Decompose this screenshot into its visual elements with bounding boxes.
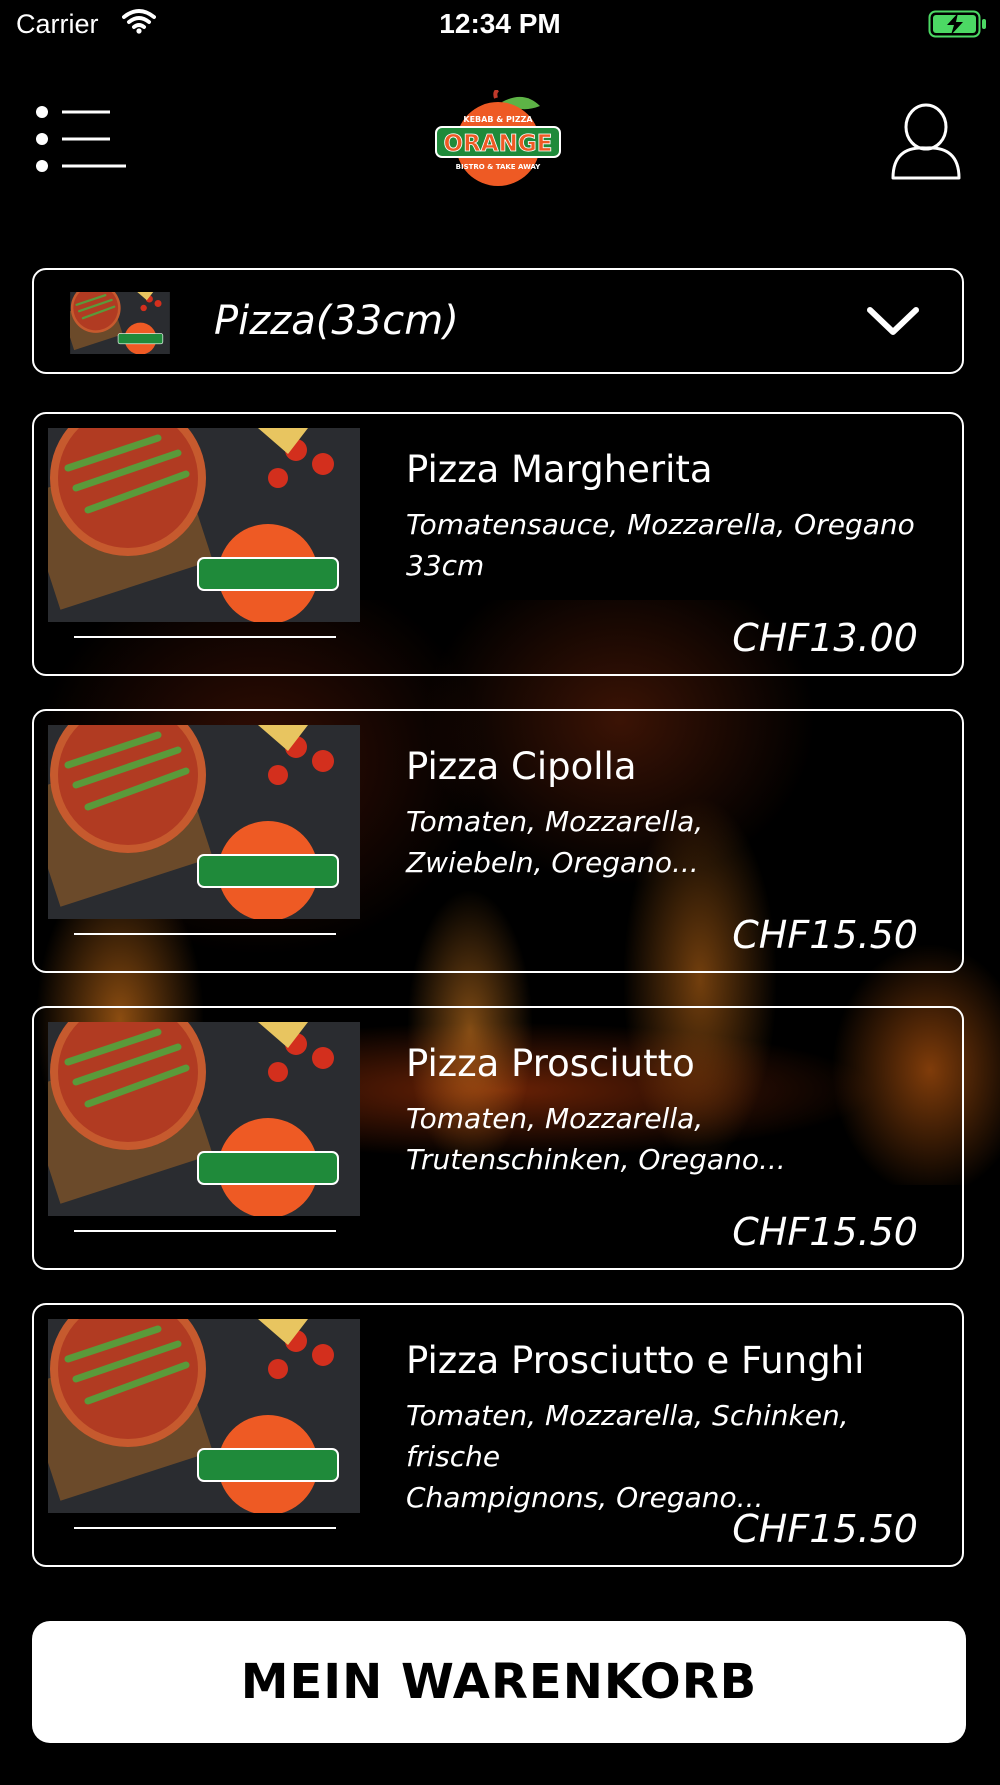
- product-image: [48, 725, 360, 919]
- description-line: 33cm: [406, 549, 485, 582]
- profile-button[interactable]: [890, 102, 962, 182]
- product-card-pizza-prosciutto-e-funghi[interactable]: Pizza Prosciutto e Funghi Tomaten, Mozza…: [32, 1303, 964, 1567]
- product-name: Pizza Prosciutto: [406, 1042, 695, 1085]
- product-image: [48, 1319, 360, 1513]
- brand-logo: KEBAB & PIZZA ORANGE BISTRO & TAKE AWAY: [432, 88, 564, 188]
- battery-charging-icon: [928, 10, 988, 42]
- description-line: Trutenschinken, Oregano...: [406, 1143, 786, 1176]
- description-line: Zwiebeln, Oregano...: [406, 846, 699, 879]
- product-name: Pizza Prosciutto e Funghi: [406, 1339, 865, 1382]
- image-underline: [74, 636, 336, 638]
- product-card-pizza-margherita[interactable]: Pizza Margherita Tomatensauce, Mozzarell…: [32, 412, 964, 676]
- category-dropdown[interactable]: Pizza(33cm): [32, 268, 964, 374]
- cart-button[interactable]: MEIN WARENKORB: [32, 1621, 966, 1743]
- category-thumbnail: [70, 292, 170, 354]
- description-line: Tomaten, Mozzarella, Schinken, frische: [406, 1399, 849, 1473]
- category-label: Pizza(33cm): [214, 298, 459, 344]
- image-underline: [74, 1230, 336, 1232]
- description-line: Tomaten, Mozzarella,: [406, 1102, 704, 1135]
- product-image: [48, 1022, 360, 1216]
- clock: 12:34 PM: [439, 8, 561, 39]
- product-description: Tomaten, Mozzarella, Trutenschinken, Ore…: [406, 1098, 946, 1180]
- list-menu-icon: [36, 106, 126, 172]
- user-profile-icon: [891, 103, 961, 180]
- product-card-pizza-cipolla[interactable]: Pizza Cipolla Tomaten, Mozzarella, Zwieb…: [32, 709, 964, 973]
- product-price: CHF15.50: [732, 913, 918, 957]
- product-description: Tomaten, Mozzarella, Schinken, frische C…: [406, 1395, 946, 1518]
- product-image: [48, 428, 360, 622]
- description-line: Tomaten, Mozzarella,: [406, 805, 704, 838]
- product-price: CHF15.50: [732, 1507, 918, 1551]
- status-bar: Carrier 12:34 PM: [0, 0, 1000, 50]
- image-underline: [74, 933, 336, 935]
- logo-bottom-text: BISTRO & TAKE AWAY: [456, 163, 542, 171]
- product-card-pizza-prosciutto[interactable]: Pizza Prosciutto Tomaten, Mozzarella, Tr…: [32, 1006, 964, 1270]
- product-description: Tomaten, Mozzarella, Zwiebeln, Oregano..…: [406, 801, 946, 883]
- product-price: CHF13.00: [732, 616, 918, 660]
- product-name: Pizza Margherita: [406, 448, 713, 491]
- image-underline: [74, 1527, 336, 1529]
- description-line: Tomatensauce, Mozzarella, Oregano: [406, 508, 915, 541]
- product-name: Pizza Cipolla: [406, 745, 637, 788]
- cart-button-label: MEIN WARENKORB: [240, 1654, 758, 1710]
- menu-button[interactable]: [36, 106, 128, 172]
- logo-top-text: KEBAB & PIZZA: [463, 115, 533, 124]
- logo-main-text: ORANGE: [444, 131, 553, 157]
- product-price: CHF15.50: [732, 1210, 918, 1254]
- chevron-down-icon: [866, 304, 920, 344]
- product-description: Tomatensauce, Mozzarella, Oregano 33cm: [406, 504, 946, 586]
